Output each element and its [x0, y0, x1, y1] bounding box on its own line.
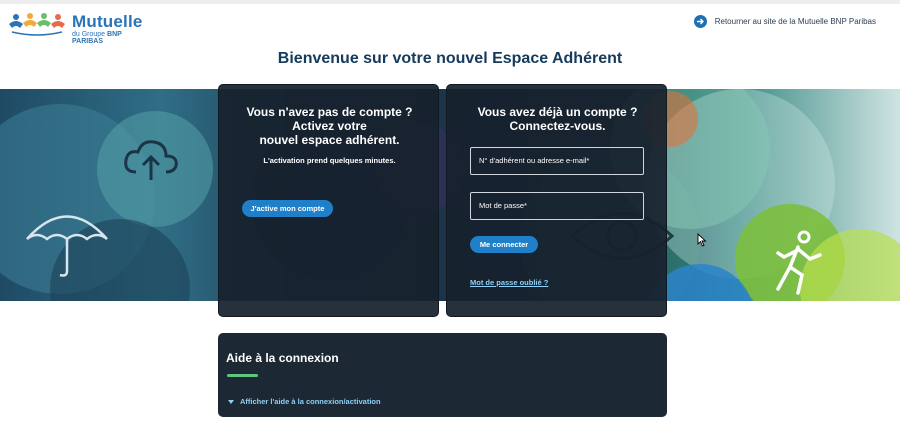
- login-title: Vous avez déjà un compte ? Connectez-vou…: [477, 105, 638, 133]
- back-to-site-link[interactable]: Retourner au site de la Mutuelle BNP Par…: [693, 15, 876, 28]
- logo-subtitle: du Groupe BNP PARIBAS: [72, 31, 122, 45]
- cloud-upload-icon: [124, 140, 178, 180]
- logo-title: Mutuelle: [72, 12, 143, 31]
- page-title: Bienvenue sur votre nouvel Espace Adhére…: [277, 50, 623, 67]
- logo-people-icon: [9, 13, 65, 36]
- mouse-cursor-icon: [697, 233, 707, 247]
- forgot-password-link[interactable]: Mot de passe oublié ?: [470, 278, 548, 287]
- login-card: Vous avez déjà un compte ? Connectez-vou…: [446, 84, 667, 317]
- login-help-panel: Aide à la connexion Afficher l'aide à la…: [218, 333, 667, 417]
- member-id-email-input[interactable]: N° d'adhérent ou adresse e-mail*: [470, 147, 644, 175]
- running-person-icon: [776, 230, 822, 295]
- chevron-down-icon: [228, 399, 234, 404]
- activation-title: Vous n'avez pas de compte ? Activez votr…: [246, 105, 413, 147]
- arrow-right-circle-icon: [693, 15, 707, 28]
- help-title: Aide à la connexion: [226, 351, 339, 365]
- header: Mutuelle du Groupe BNP PARIBAS Retourner…: [0, 4, 900, 45]
- password-input[interactable]: Mot de passe*: [470, 192, 644, 220]
- help-toggle[interactable]: Afficher l'aide à la connexion/activatio…: [228, 397, 381, 406]
- login-button[interactable]: Me connecter: [470, 236, 538, 253]
- activate-account-button[interactable]: J'active mon compte: [242, 200, 333, 217]
- activation-card: Vous n'avez pas de compte ? Activez votr…: [218, 84, 439, 317]
- umbrella-icon: [26, 215, 108, 277]
- activation-note: L'activation prend quelques minutes.: [263, 156, 396, 165]
- help-toggle-label: Afficher l'aide à la connexion/activatio…: [240, 397, 381, 406]
- help-title-underline: [227, 374, 258, 377]
- logo[interactable]: Mutuelle du Groupe BNP PARIBAS: [8, 10, 148, 45]
- back-link-label: Retourner au site de la Mutuelle BNP Par…: [714, 17, 876, 26]
